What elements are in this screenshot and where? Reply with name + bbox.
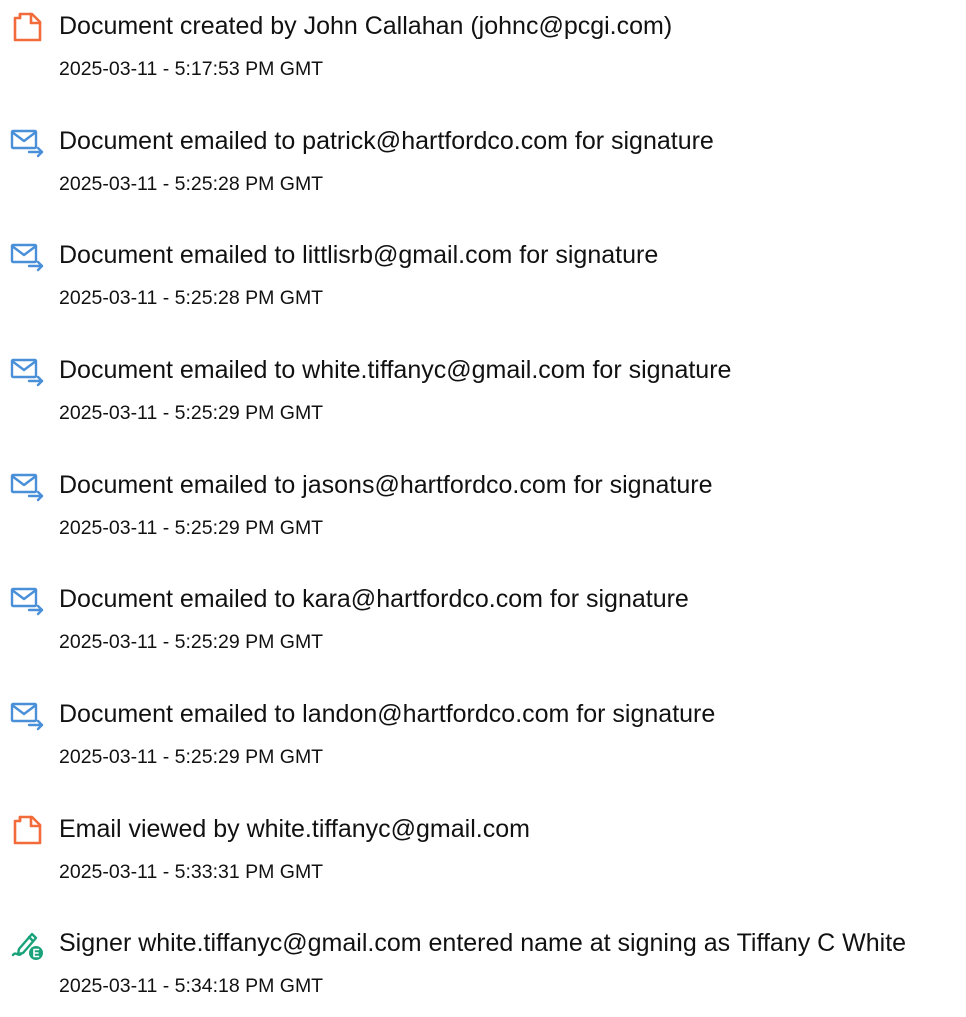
audit-event: Document emailed to kara@hartfordco.com … xyxy=(0,573,966,673)
event-timestamp: 2025-03-11 - 5:25:29 PM GMT xyxy=(59,631,324,653)
event-description: Document emailed to white.tiffanyc@gmail… xyxy=(59,356,732,384)
document-icon xyxy=(10,813,44,847)
audit-event: Document emailed to patrick@hartfordco.c… xyxy=(0,115,966,215)
event-description: Document created by John Callahan (johnc… xyxy=(59,12,673,40)
event-description: Document emailed to jasons@hartfordco.co… xyxy=(59,471,713,499)
audit-event: Document emailed to jasons@hartfordco.co… xyxy=(0,459,966,559)
email-sent-icon xyxy=(10,469,44,503)
audit-event: Document emailed to littlisrb@gmail.com … xyxy=(0,229,966,329)
audit-trail-list: Document created by John Callahan (johnc… xyxy=(0,0,966,997)
event-timestamp: 2025-03-11 - 5:25:28 PM GMT xyxy=(59,287,324,309)
event-timestamp: 2025-03-11 - 5:33:31 PM GMT xyxy=(59,861,324,883)
email-sent-icon xyxy=(10,354,44,388)
email-sent-icon xyxy=(10,239,44,273)
event-timestamp: 2025-03-11 - 5:25:28 PM GMT xyxy=(59,173,324,195)
event-description: Signer white.tiffanyc@gmail.com entered … xyxy=(59,929,907,957)
event-description: Document emailed to kara@hartfordco.com … xyxy=(59,585,689,613)
email-sent-icon xyxy=(10,125,44,159)
event-timestamp: 2025-03-11 - 5:25:29 PM GMT xyxy=(59,746,324,768)
event-description: Document emailed to littlisrb@gmail.com … xyxy=(59,241,659,269)
event-description: Document emailed to patrick@hartfordco.c… xyxy=(59,127,714,155)
event-timestamp: 2025-03-11 - 5:25:29 PM GMT xyxy=(59,517,324,539)
email-sent-icon xyxy=(10,583,44,617)
audit-event: Document emailed to white.tiffanyc@gmail… xyxy=(0,344,966,444)
event-timestamp: 2025-03-11 - 5:25:29 PM GMT xyxy=(59,402,324,424)
audit-event: Email viewed by white.tiffanyc@gmail.com… xyxy=(0,803,966,903)
audit-event: Document emailed to landon@hartfordco.co… xyxy=(0,688,966,788)
audit-event: Document created by John Callahan (johnc… xyxy=(0,0,966,100)
event-description: Document emailed to landon@hartfordco.co… xyxy=(59,700,716,728)
event-timestamp: 2025-03-11 - 5:17:53 PM GMT xyxy=(59,58,324,80)
signature-icon xyxy=(10,927,44,961)
email-sent-icon xyxy=(10,698,44,732)
audit-event: Signer white.tiffanyc@gmail.com entered … xyxy=(0,917,966,1017)
document-icon xyxy=(10,10,44,44)
event-description: Email viewed by white.tiffanyc@gmail.com xyxy=(59,815,530,843)
